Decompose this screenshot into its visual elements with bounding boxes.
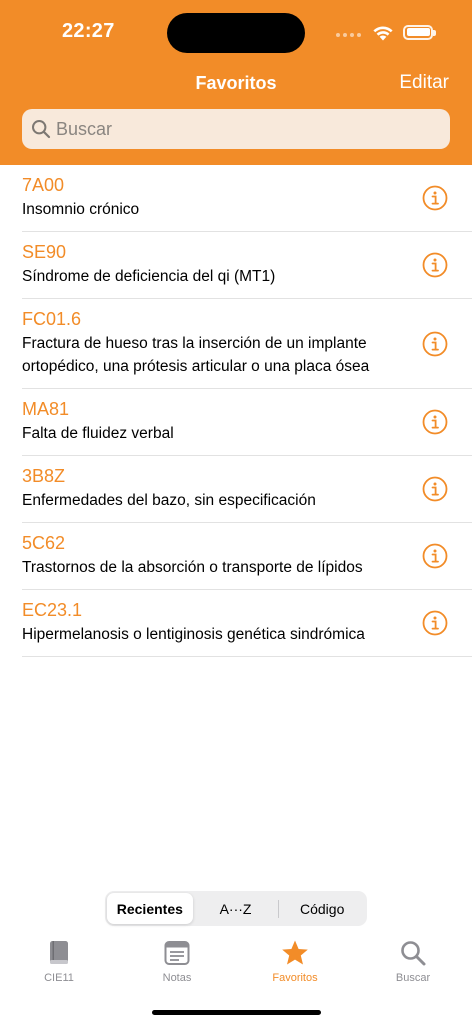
segment-alphabetical[interactable]: A···Z <box>193 893 279 924</box>
tab-favoritos[interactable]: Favoritos <box>236 932 354 992</box>
item-code: 3B8Z <box>22 466 66 486</box>
tab-notas[interactable]: Notas <box>118 932 236 992</box>
segment-codigo[interactable]: Código <box>279 893 365 924</box>
search-bar[interactable] <box>22 109 450 149</box>
info-icon[interactable] <box>422 252 448 278</box>
search-icon <box>32 120 51 139</box>
info-icon[interactable] <box>422 185 448 211</box>
search-icon <box>401 941 426 966</box>
dynamic-island <box>167 13 305 53</box>
tab-cie11[interactable]: CIE11 <box>0 932 118 992</box>
tab-buscar[interactable]: Buscar <box>354 932 472 992</box>
wifi-icon <box>373 26 393 41</box>
item-code: EC23.1 <box>22 600 83 620</box>
tab-label: Buscar <box>395 972 431 984</box>
item-code: 7A00 <box>22 175 65 195</box>
status-time: 22:27 <box>62 20 115 42</box>
list-item[interactable]: SE90 Síndrome de deficiencia del qi (MT1… <box>22 232 472 299</box>
cellular-signal-icon <box>336 33 361 37</box>
list-item[interactable]: EC23.1 Hipermelanosis o lentiginosis gen… <box>22 590 472 657</box>
segment-recientes[interactable]: Recientes <box>107 893 193 924</box>
list-item[interactable]: FC01.6 Fractura de hueso tras la inserci… <box>22 299 472 389</box>
battery-icon <box>403 24 436 40</box>
list-item[interactable]: 3B8Z Enfermedades del bazo, sin especifi… <box>22 456 472 523</box>
list-item[interactable]: MA81 Falta de fluidez verbal <box>22 389 472 456</box>
item-description: Insomnio crónico <box>22 201 140 218</box>
item-description: Trastornos de la absorción o transporte … <box>22 559 363 576</box>
list-item[interactable]: 5C62 Trastornos de la absorción o transp… <box>22 523 472 590</box>
list-item[interactable]: 7A00 Insomnio crónico <box>22 165 472 232</box>
book-icon <box>50 941 68 964</box>
home-indicator <box>152 1010 321 1015</box>
header: 22:27 Favoritos Editar <box>0 0 472 165</box>
item-description: Hipermelanosis o lentiginosis genética s… <box>22 626 365 643</box>
sort-segmented-control: Recientes A···Z Código <box>105 891 367 926</box>
item-description: Falta de fluidez verbal <box>22 425 174 442</box>
info-icon[interactable] <box>422 610 448 636</box>
item-code: FC01.6 <box>22 309 82 329</box>
info-icon[interactable] <box>422 331 448 357</box>
item-description: Síndrome de deficiencia del qi (MT1) <box>22 268 276 285</box>
item-code: SE90 <box>22 242 67 262</box>
info-icon[interactable] <box>422 476 448 502</box>
item-description: Enfermedades del bazo, sin especificació… <box>22 492 316 509</box>
tab-label: Favoritos <box>272 972 318 984</box>
search-input[interactable] <box>56 118 436 140</box>
item-code: MA81 <box>22 399 70 419</box>
info-icon[interactable] <box>422 543 448 569</box>
info-icon[interactable] <box>422 409 448 435</box>
item-description: Fractura de hueso tras la inserción de u… <box>22 335 370 375</box>
star-icon <box>282 940 308 965</box>
notes-icon <box>164 941 190 965</box>
favorites-list: 7A00 Insomnio crónico SE90 Síndrome de d… <box>0 165 472 657</box>
item-code: 5C62 <box>22 533 66 553</box>
tab-label: CIE11 <box>44 972 74 984</box>
tab-bar: CIE11 Notas Favoritos Buscar <box>0 932 472 992</box>
status-icons <box>336 22 436 42</box>
tab-label: Notas <box>162 972 192 984</box>
edit-button[interactable]: Editar <box>399 72 449 94</box>
